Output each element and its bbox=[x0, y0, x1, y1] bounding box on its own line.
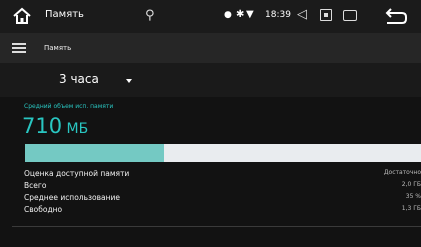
wifi-icon: ▼ bbox=[246, 9, 254, 20]
clock: 18:39 bbox=[265, 10, 291, 20]
period-row: 3 часа bbox=[0, 63, 421, 97]
average-memory-label: Средний объем исп. памяти bbox=[24, 103, 114, 110]
stat-value: 1,3 ГБ bbox=[401, 205, 421, 212]
location-icon: ● bbox=[224, 10, 232, 20]
stat-value: Достаточно bbox=[383, 169, 421, 176]
chevron-down-icon[interactable] bbox=[126, 79, 132, 83]
divider bbox=[12, 226, 421, 227]
stat-value: 2,0 ГБ bbox=[401, 181, 421, 188]
average-memory-number: 710 bbox=[22, 114, 63, 138]
memory-usage-fill bbox=[25, 144, 164, 162]
status-title: Память bbox=[45, 9, 84, 20]
app-bar: Память bbox=[0, 33, 421, 63]
memory-usage-bar bbox=[25, 144, 421, 162]
stat-label: Всего bbox=[24, 181, 47, 190]
stat-value: 35 % bbox=[405, 193, 421, 200]
stat-label: Свободно bbox=[24, 205, 63, 214]
usb-icon: ⚲ bbox=[145, 8, 155, 23]
period-dropdown[interactable]: 3 часа bbox=[59, 72, 99, 86]
stat-label: Оценка доступной памяти bbox=[24, 169, 130, 178]
stat-row: Среднее использование 35 % bbox=[24, 193, 421, 204]
home-icon[interactable] bbox=[12, 7, 32, 25]
average-memory-unit: МБ bbox=[66, 121, 89, 137]
stat-row: Свободно 1,3 ГБ bbox=[24, 205, 421, 216]
status-bar: Память ⚲ ● ✱ ▼ 18:39 ◁ bbox=[0, 0, 421, 33]
bluetooth-icon: ✱ bbox=[236, 9, 245, 20]
stat-row: Оценка доступной памяти Достаточно bbox=[24, 169, 421, 180]
window-icon[interactable] bbox=[343, 10, 357, 21]
back-icon[interactable] bbox=[383, 5, 409, 27]
screen-icon[interactable] bbox=[320, 9, 332, 21]
volume-icon[interactable]: ◁ bbox=[297, 7, 307, 22]
app-title: Память bbox=[44, 44, 72, 52]
stat-row: Всего 2,0 ГБ bbox=[24, 181, 421, 192]
menu-icon[interactable] bbox=[12, 43, 26, 53]
stat-label: Среднее использование bbox=[24, 193, 121, 202]
average-memory-value: 710 МБ bbox=[22, 114, 88, 138]
